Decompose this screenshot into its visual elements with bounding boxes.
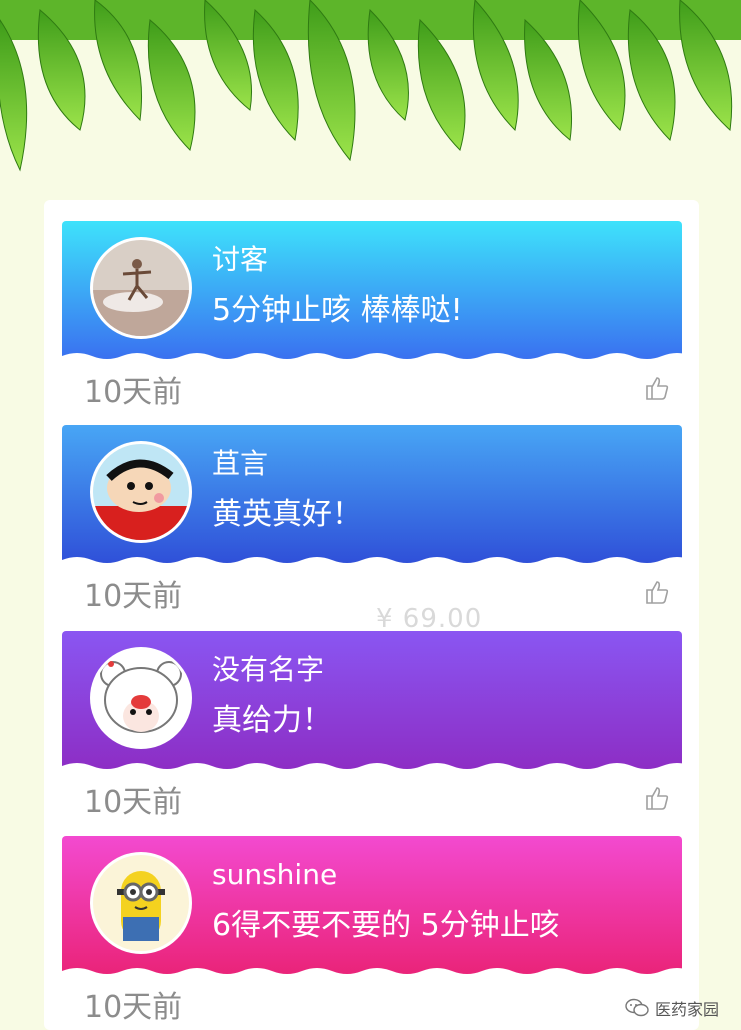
review-comment: 真给力！ [212, 703, 332, 738]
cartoon-bear-girl-avatar[interactable] [90, 647, 192, 749]
leaves-header-decoration [0, 0, 741, 172]
review-card: 苴言 黄英真好！ 10天前 [62, 425, 682, 614]
review-comment: 5分钟止咳 棒棒哒! [212, 293, 463, 328]
wave-divider [62, 353, 682, 361]
thumbs-up-icon[interactable] [644, 375, 670, 401]
cartoon-boy-avatar[interactable] [90, 441, 192, 543]
review-card: sunshine 6得不要不要的 5分钟止咳 10天前 [62, 836, 682, 1025]
review-username: sunshine [212, 858, 338, 888]
review-banner: sunshine 6得不要不要的 5分钟止咳 [62, 836, 682, 976]
review-time: 10天前 [84, 785, 183, 820]
review-time: 10天前 [84, 579, 183, 614]
wave-divider [62, 557, 682, 565]
thumbs-up-icon[interactable] [644, 785, 670, 811]
wave-divider [62, 968, 682, 976]
review-banner: 苴言 黄英真好！ [62, 425, 682, 565]
review-banner: 没有名字 真给力！ [62, 631, 682, 771]
review-time: 10天前 [84, 990, 183, 1025]
review-banner: 讨客 5分钟止咳 棒棒哒! [62, 221, 682, 361]
wechat-icon [625, 998, 649, 1017]
footer-watermark-text: 医药家园 [654, 1000, 719, 1019]
review-username: 没有名字 [212, 653, 325, 683]
review-comment: 黄英真好！ [212, 497, 362, 532]
footer-watermark: 医药家园 [625, 996, 719, 1020]
review-card: 讨客 5分钟止咳 棒棒哒! 10天前 [62, 221, 682, 410]
review-card: 没有名字 真给力！ 10天前 [62, 631, 682, 820]
photo-avatar[interactable] [90, 237, 192, 339]
thumbs-up-icon[interactable] [644, 579, 670, 605]
review-meta: 10天前 [62, 565, 682, 614]
review-comment: 6得不要不要的 5分钟止咳 [212, 908, 560, 943]
minion-avatar[interactable] [90, 852, 192, 954]
review-time: 10天前 [84, 375, 183, 410]
review-meta: 10天前 [62, 361, 682, 410]
review-username: 苴言 [212, 447, 269, 477]
wave-divider [62, 763, 682, 771]
review-meta: 10天前 [62, 771, 682, 820]
review-meta: 10天前 [62, 976, 682, 1025]
review-username: 讨客 [212, 243, 269, 273]
